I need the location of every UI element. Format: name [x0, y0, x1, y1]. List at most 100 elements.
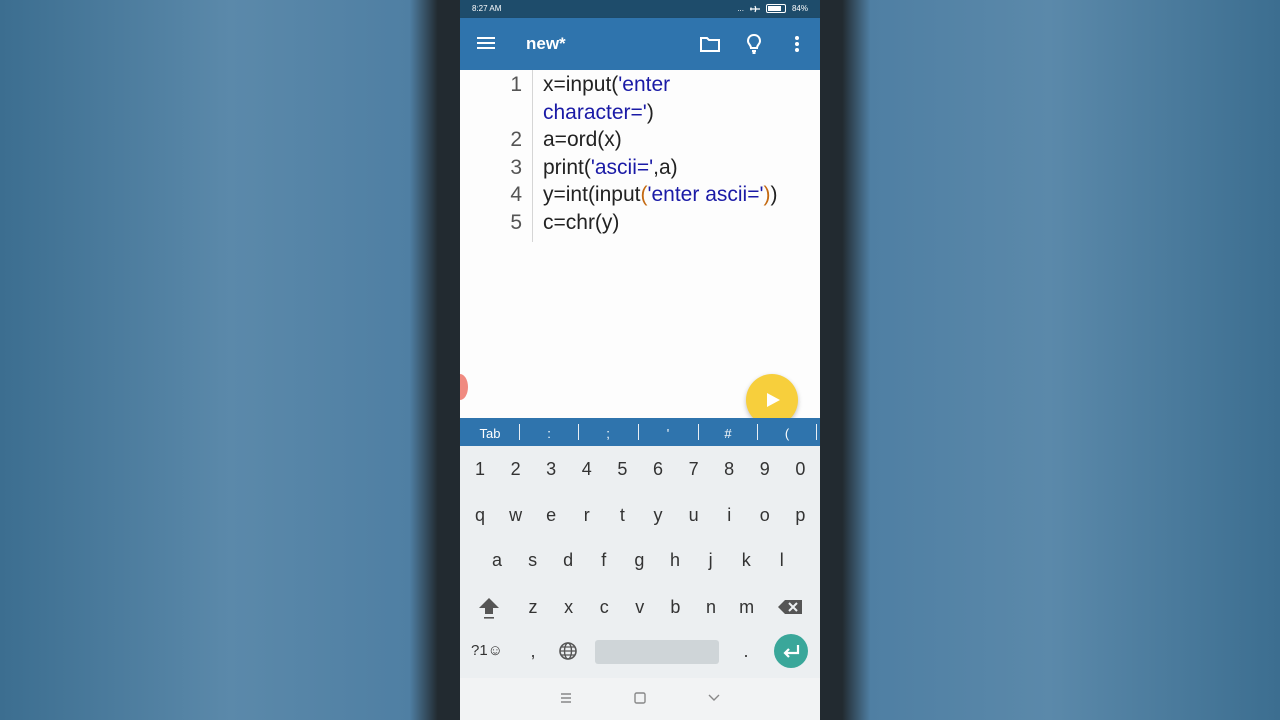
app-bar: new* [460, 18, 820, 70]
more-vert-icon[interactable] [785, 32, 809, 56]
key-q[interactable]: q [463, 495, 497, 535]
space-bar[interactable] [595, 640, 719, 664]
code-token: ) [646, 100, 654, 124]
shift-icon[interactable] [472, 587, 506, 627]
key-6[interactable]: 6 [641, 449, 675, 489]
key-5[interactable]: 5 [605, 449, 639, 489]
symbol-key[interactable]: Tab [460, 426, 520, 441]
key-v[interactable]: v [623, 587, 657, 627]
battery-icon [765, 4, 786, 13]
key-k[interactable]: k [729, 540, 763, 580]
key-u[interactable]: u [677, 495, 711, 535]
backspace-icon[interactable] [773, 587, 807, 627]
key-r[interactable]: r [570, 495, 604, 535]
symbol-key[interactable]: : [519, 426, 579, 441]
key-1[interactable]: 1 [463, 449, 497, 489]
phone-screen: 8:27 AM ... 84% new* 1 x=input('enter char… [460, 0, 820, 720]
code-editor[interactable]: 1 x=input('enter character=') 2 a=ord(x) 3 pri… [460, 70, 820, 418]
line-number: 5 [510, 211, 522, 234]
menu-lines-icon[interactable] [556, 688, 576, 708]
code-line[interactable]: 2 a=ord(x) [460, 126, 820, 154]
period-key[interactable]: . [729, 631, 763, 671]
key-s[interactable]: s [516, 540, 550, 580]
comma-key[interactable]: , [516, 631, 550, 671]
code-token: ) [770, 183, 778, 207]
key-x[interactable]: x [552, 587, 586, 627]
key-l[interactable]: l [765, 540, 799, 580]
key-0[interactable]: 0 [783, 449, 817, 489]
key-8[interactable]: 8 [712, 449, 746, 489]
line-number: 1 [510, 73, 522, 96]
battery-level: 84% [791, 4, 808, 13]
code-line[interactable]: 3 print('ascii=',a) [460, 154, 820, 182]
key-g[interactable]: g [622, 540, 656, 580]
key-a[interactable]: a [480, 540, 514, 580]
line-number: 4 [510, 183, 522, 207]
key-n[interactable]: n [694, 587, 728, 627]
code-line[interactable]: 4 y=int(input('enter ascii=')) [460, 181, 820, 209]
key-b[interactable]: b [658, 587, 692, 627]
code-token: 'enter ascii=' [647, 183, 764, 207]
lightbulb-icon[interactable] [742, 32, 766, 56]
hamburger-menu-icon[interactable] [476, 34, 496, 54]
code-token: 'enter [618, 73, 671, 96]
key-z[interactable]: z [516, 587, 550, 627]
code-text: print('ascii=',a) [543, 156, 678, 180]
key-w[interactable]: w [499, 495, 533, 535]
key-7[interactable]: 7 [677, 449, 711, 489]
code-token: a=ord(x) [543, 128, 622, 152]
back-chevron-icon[interactable] [704, 688, 724, 708]
key-m[interactable]: m [730, 587, 764, 627]
code-text: c=chr(y) [543, 211, 619, 235]
line-number: 3 [510, 155, 522, 179]
key-j[interactable]: j [694, 540, 728, 580]
symbols-key[interactable]: ?1☺ [470, 631, 504, 671]
symbol-key[interactable]: # [698, 426, 758, 441]
key-h[interactable]: h [658, 540, 692, 580]
key-o[interactable]: o [748, 495, 782, 535]
code-token: print( [543, 155, 591, 179]
status-icons: ... 84% [737, 4, 808, 13]
home-square-icon[interactable] [630, 688, 650, 708]
code-text: x=input('enter [543, 73, 670, 97]
key-p[interactable]: p [783, 495, 817, 535]
enter-button[interactable] [774, 634, 808, 668]
key-3[interactable]: 3 [534, 449, 568, 489]
status-bar: 8:27 AM ... 84% [460, 0, 820, 18]
key-c[interactable]: c [587, 587, 621, 627]
key-f[interactable]: f [587, 540, 621, 580]
key-2[interactable]: 2 [499, 449, 533, 489]
code-line[interactable]: 5 c=chr(y) [460, 209, 820, 237]
key-9[interactable]: 9 [748, 449, 782, 489]
status-time: 8:27 AM [472, 4, 502, 13]
code-line[interactable]: 1 x=input('enter [460, 71, 820, 99]
key-y[interactable]: y [641, 495, 675, 535]
code-token: 'ascii=' [590, 155, 654, 179]
key-t[interactable]: t [605, 495, 639, 535]
navigation-bar [460, 678, 820, 720]
line-number: 2 [510, 128, 522, 152]
code-token: x=input( [543, 73, 619, 96]
symbol-key[interactable]: ; [578, 426, 638, 441]
globe-icon[interactable] [551, 631, 585, 671]
folder-icon[interactable] [698, 32, 722, 56]
code-token: character=' [543, 100, 647, 124]
code-token: c=chr(y) [543, 211, 620, 234]
status-dots: ... [737, 4, 744, 13]
code-token: y=int(input [543, 183, 641, 207]
key-e[interactable]: e [534, 495, 568, 535]
code-token: ,a) [653, 155, 678, 179]
key-i[interactable]: i [712, 495, 746, 535]
file-title: new* [526, 34, 566, 53]
enter-icon [783, 645, 800, 658]
key-d[interactable]: d [551, 540, 585, 580]
code-text: character=') [543, 101, 654, 125]
code-line[interactable]: character=') [460, 99, 820, 127]
key-4[interactable]: 4 [570, 449, 604, 489]
soft-keyboard: 1234567890 qwertyuiop asdfghjkl zxcvbnm ?1☺… [460, 446, 820, 678]
symbol-key[interactable]: ( [757, 426, 817, 441]
symbol-key[interactable]: ' [638, 426, 698, 441]
symbol-bar: Tab : ; ' # ( [460, 418, 820, 446]
airplane-mode-icon [749, 5, 760, 12]
code-text: a=ord(x) [543, 128, 622, 152]
